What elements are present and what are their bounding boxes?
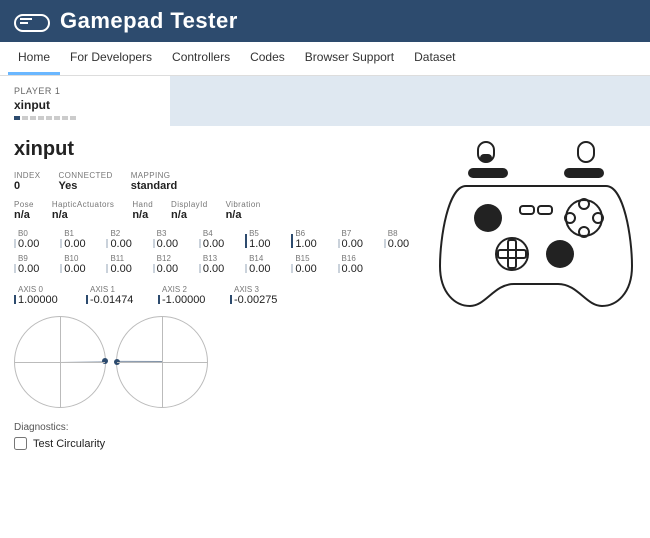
button-b12: B120.00 [153,254,191,275]
device-meta-row: INDEX0 CONNECTEDYes MAPPINGstandard [14,171,422,192]
axis-circle-right [116,316,208,408]
button-b2: B20.00 [106,229,144,250]
gamepad-logo-icon [14,9,50,33]
test-circularity-input[interactable] [14,437,27,450]
nav-tab-home[interactable]: Home [8,42,60,75]
nav-tab-for-developers[interactable]: For Developers [60,42,162,75]
meta-index: INDEX0 [14,171,40,192]
button-b10: B100.00 [60,254,98,275]
ext-vibration: Vibrationn/a [226,200,261,221]
test-circularity-checkbox[interactable]: Test Circularity [14,437,422,450]
button-b11: B110.00 [106,254,144,275]
axis-axis-1: AXIS 1-0.01474 [86,285,150,306]
button-b14: B140.00 [245,254,283,275]
controller-icon [436,138,636,308]
player-index-label: PLAYER 1 [14,86,156,96]
ext-pose: Posen/a [14,200,34,221]
button-b5: B51.00 [245,229,283,250]
player-strip: PLAYER 1 xinput [0,76,650,126]
nav-tabs: HomeFor DevelopersControllersCodesBrowse… [0,42,650,76]
button-b16: B160.00 [338,254,376,275]
player-device-name: xinput [14,98,156,112]
axis-circles [14,316,422,408]
ext-hapticactuators: HapticActuatorsn/a [52,200,114,221]
button-b6: B61.00 [291,229,329,250]
nav-tab-codes[interactable]: Codes [240,42,295,75]
button-b4: B40.00 [199,229,237,250]
device-name-heading: xinput [14,138,422,161]
diagnostics-heading: Diagnostics: [14,422,422,433]
player-card[interactable]: PLAYER 1 xinput [0,76,170,126]
meta-mapping: MAPPINGstandard [131,171,177,192]
button-b7: B70.00 [338,229,376,250]
nav-tab-browser-support[interactable]: Browser Support [295,42,404,75]
button-b8: B80.00 [384,229,422,250]
meta-connected: CONNECTEDYes [58,171,112,192]
diagnostics-section: Diagnostics: Test Circularity [14,422,422,450]
ext-displayid: DisplayIdn/a [171,200,208,221]
button-b9: B90.00 [14,254,52,275]
main-content: xinput INDEX0 CONNECTEDYes MAPPINGstandard… [0,126,650,460]
player-dots [14,116,156,120]
buttons-grid: B00.00 B10.00 B20.00 B30.00 B40.00 B51.00 B61.… [14,229,422,275]
axes-grid: AXIS 01.00000 AXIS 1-0.01474 AXIS 2-1.0000… [14,285,422,306]
axis-axis-2: AXIS 2-1.00000 [158,285,222,306]
nav-tab-controllers[interactable]: Controllers [162,42,240,75]
button-b1: B10.00 [60,229,98,250]
button-b0: B00.00 [14,229,52,250]
button-b13: B130.00 [199,254,237,275]
app-title: Gamepad Tester [60,8,238,34]
axis-circle-left [14,316,106,408]
nav-tab-dataset[interactable]: Dataset [404,42,465,75]
axis-axis-3: AXIS 3-0.00275 [230,285,294,306]
controller-diagram [436,138,636,450]
axis-axis-0: AXIS 01.00000 [14,285,78,306]
button-b3: B30.00 [153,229,191,250]
ext-hand: Handn/a [132,200,153,221]
button-b15: B150.00 [291,254,329,275]
navbar: Gamepad Tester [0,0,650,42]
test-circularity-label: Test Circularity [33,438,105,450]
device-details: xinput INDEX0 CONNECTEDYes MAPPINGstandard… [14,138,422,450]
player-placeholder [170,76,650,126]
device-extended-row: Posen/a HapticActuatorsn/a Handn/a DisplayI… [14,200,422,221]
